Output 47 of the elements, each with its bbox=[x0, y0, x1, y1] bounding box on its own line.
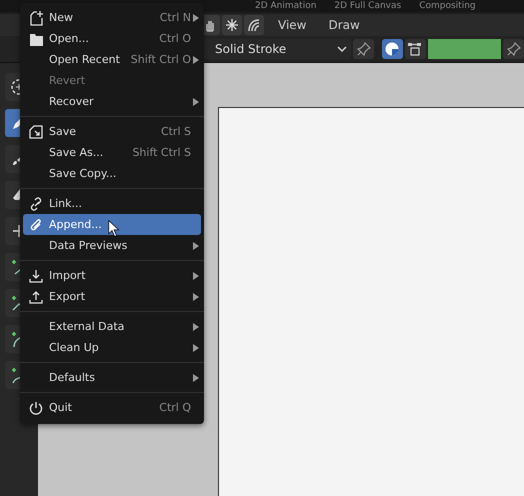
menu-item[interactable]: Link... bbox=[23, 193, 201, 214]
save-icon bbox=[28, 124, 44, 140]
header-menu[interactable]: View bbox=[278, 18, 306, 32]
menu-item[interactable]: Recover bbox=[23, 91, 201, 112]
pin-icon[interactable] bbox=[503, 39, 524, 59]
header-menu[interactable]: Draw bbox=[328, 18, 360, 32]
node-icon[interactable] bbox=[404, 39, 426, 59]
submenu-arrow-icon bbox=[193, 292, 199, 300]
menu-item[interactable]: External Data bbox=[23, 316, 201, 337]
submenu-arrow-icon bbox=[193, 56, 199, 64]
pin-icon[interactable] bbox=[353, 39, 374, 59]
power-icon bbox=[28, 400, 44, 416]
submenu-arrow-icon bbox=[193, 242, 199, 250]
menu-item[interactable]: Save Ctrl S bbox=[23, 121, 201, 142]
new-file-icon bbox=[28, 10, 44, 26]
menu-item[interactable]: Append... bbox=[23, 214, 201, 235]
wave-icon[interactable] bbox=[244, 15, 264, 35]
menu-item[interactable]: Import bbox=[23, 265, 201, 286]
menu-item[interactable]: Data Previews bbox=[23, 235, 201, 256]
snowflake-icon[interactable] bbox=[222, 15, 242, 35]
submenu-arrow-icon bbox=[193, 98, 199, 106]
workspace-tab[interactable]: Compositing bbox=[419, 0, 476, 12]
menu-item[interactable]: Quit Ctrl Q bbox=[23, 397, 201, 418]
import-icon bbox=[28, 268, 44, 284]
menu-item[interactable]: Save As... Shift Ctrl S bbox=[23, 142, 201, 163]
color-swatch[interactable] bbox=[428, 39, 502, 59]
menu-item[interactable]: New Ctrl N bbox=[23, 7, 201, 28]
export-icon bbox=[28, 288, 44, 304]
submenu-arrow-icon bbox=[193, 374, 199, 382]
submenu-arrow-icon bbox=[193, 272, 199, 280]
link-icon bbox=[28, 196, 44, 212]
submenu-arrow-icon bbox=[193, 322, 199, 330]
menu-item[interactable]: Export bbox=[23, 286, 201, 307]
menu-item[interactable]: Save Copy... bbox=[23, 163, 201, 184]
submenu-arrow-icon bbox=[193, 344, 199, 352]
menu-item[interactable]: Defaults bbox=[23, 367, 201, 388]
material-dropdown[interactable]: Solid Stroke bbox=[203, 39, 352, 59]
chevron-down-icon bbox=[337, 46, 348, 52]
mouse-pointer-icon bbox=[108, 220, 120, 237]
menu-item[interactable]: Open Recent Shift Ctrl O bbox=[23, 49, 201, 70]
workspace-tab[interactable]: 2D Animation bbox=[255, 0, 316, 12]
menu-item[interactable]: Clean Up bbox=[23, 337, 201, 358]
material-name: Solid Stroke bbox=[215, 42, 286, 56]
workspace-tab[interactable]: 2D Full Canvas bbox=[334, 0, 402, 12]
menu-item[interactable]: Open... Ctrl O bbox=[23, 28, 201, 49]
submenu-arrow-icon bbox=[193, 14, 199, 22]
paperclip-icon bbox=[28, 216, 44, 232]
